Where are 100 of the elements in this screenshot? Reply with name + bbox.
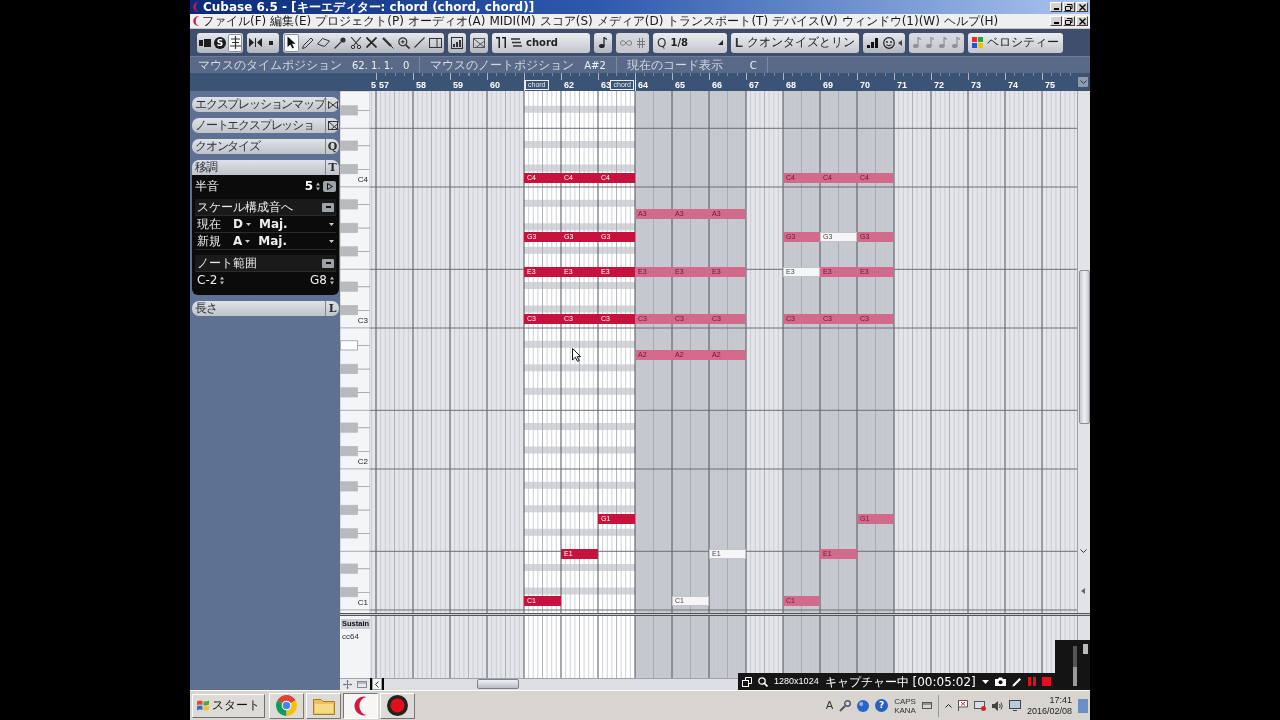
sphere-icon[interactable] [857,699,870,712]
search-icon[interactable] [758,676,769,687]
info-value: A#2 [584,59,606,71]
caret-icon [245,239,251,243]
menu-item[interactable]: ウィンドウ(1)(W) [839,14,942,28]
toolbar-button[interactable] [448,32,466,53]
monitor-error-icon[interactable] [973,700,986,711]
level-bars-icon[interactable] [451,36,463,49]
pencil-icon[interactable] [1011,676,1022,687]
loop-icon[interactable] [620,39,632,46]
close-button[interactable] [1076,2,1088,12]
arrow-button[interactable] [323,180,336,192]
scroll-thumb[interactable] [1079,270,1090,424]
bar-number: 67 [749,80,759,90]
part-selector[interactable]: chord [492,32,590,53]
inward-arrows-icon[interactable] [249,38,262,47]
bar-number: 71 [897,80,907,90]
bar-number: 57 [379,80,389,90]
menu-item[interactable]: デバイス(V) [770,14,840,28]
section-header[interactable]: 移調 T [192,160,339,175]
wrench-icon[interactable] [839,699,852,712]
scale-dropdown[interactable]: Maj. [258,234,334,248]
collapse-button[interactable] [322,202,334,212]
controller-lane[interactable] [370,616,1077,678]
restore-icon [1065,3,1073,11]
split-rect-icon[interactable] [429,37,442,48]
toolbar-button[interactable] [470,32,488,53]
ime-indicator[interactable]: A [825,699,834,712]
section-header[interactable]: 長さ L [192,301,339,316]
section-header[interactable]: エクスプレッションマップ [192,97,339,112]
windowed-icon[interactable] [742,676,752,687]
camera-icon[interactable] [994,677,1006,686]
scroll-thumb[interactable] [477,679,519,689]
velocity-button[interactable]: ベロシティー [967,32,1063,53]
crescent-icon[interactable] [353,695,368,716]
spinner-icon[interactable] [316,181,320,191]
pause-icon[interactable] [1027,677,1036,686]
menu-item[interactable]: MIDI(M) [487,14,538,28]
semitone-field[interactable]: 5 [222,179,320,193]
line-icon[interactable] [414,37,425,48]
triangle-left-icon[interactable] [1081,588,1085,594]
corner-triangle-icon[interactable] [718,40,723,45]
minimize-button[interactable] [1050,2,1062,12]
minimize-button[interactable] [1050,16,1062,26]
section-header[interactable]: クオンタイズ Q [192,139,339,154]
move-icon[interactable] [342,680,352,689]
help-button[interactable]: ? [875,699,889,712]
spinner-icon[interactable] [220,275,225,285]
clock-time[interactable]: 17:41 [1049,694,1072,706]
scroll-left-button[interactable] [372,678,382,690]
range-field[interactable]: G8 [267,273,334,287]
horizontal-scrollbar[interactable] [384,678,738,690]
crossed-box-icon[interactable] [473,37,485,48]
menu-item[interactable]: 編集(E) [268,14,314,28]
menu-item[interactable]: オーディオ(A) [405,14,488,28]
window-icon[interactable] [357,681,368,688]
chevron-up-icon[interactable] [944,703,952,708]
note-icon[interactable] [599,37,607,48]
triangle-left-icon[interactable] [897,39,902,46]
restore-button[interactable] [1063,2,1075,12]
menu-item[interactable]: メディア(D) [594,14,666,28]
close-button[interactable] [1076,16,1088,26]
key-label: 新規 [197,232,222,250]
mouse-pointer-icon [572,348,581,362]
quantize-dropdown[interactable]: Q 1/8 [653,32,727,53]
bar-number: 60 [490,80,500,90]
menu-item[interactable]: トランスポート(T) [665,14,771,28]
columns-icon[interactable] [496,37,507,48]
scale-dropdown[interactable]: Maj. [258,217,334,231]
eraser-icon[interactable] [317,38,330,47]
quantize-link-button[interactable]: L クオンタイズとリン [731,32,859,53]
vertical-scrollbar[interactable] [1077,91,1090,613]
chevron-down-icon[interactable] [1080,549,1087,553]
color-grid-icon[interactable] [971,37,983,48]
key-dropdown[interactable]: D [233,217,251,231]
range-field[interactable]: C-2 [197,273,264,287]
clock-date[interactable]: 2016/02/08 [1026,705,1072,717]
menu-item[interactable]: スコア(S) [537,14,595,28]
vertical-scrollbar[interactable] [1077,616,1090,640]
toolbar-button[interactable] [594,32,612,53]
speaker-icon[interactable] [991,700,1003,711]
start-button[interactable]: スタート [192,693,265,718]
panel-icon[interactable] [199,38,211,47]
section-header[interactable]: ノートエクスプレッショ [192,118,339,133]
restore-button[interactable] [1063,16,1075,26]
octave-label: C1 [357,598,368,609]
lines-icon[interactable] [511,38,522,47]
menu-item[interactable]: プロジェクト(P) [313,14,406,28]
menu-item[interactable]: ファイル(F) [200,14,269,28]
menu-item[interactable]: ヘルプ(H) [941,14,1001,28]
monitor-icon[interactable] [1008,700,1021,711]
collapse-button[interactable] [322,258,334,268]
window-icon[interactable] [921,702,932,709]
flag-icon[interactable] [957,700,968,711]
cross-icon[interactable] [366,37,377,48]
ascending-bars-icon[interactable] [867,37,879,48]
sharp-icon[interactable] [637,37,645,48]
spinner-icon[interactable] [330,275,334,285]
key-dropdown[interactable]: A [233,234,251,248]
info-label: マウスのノートポジション [430,56,575,74]
